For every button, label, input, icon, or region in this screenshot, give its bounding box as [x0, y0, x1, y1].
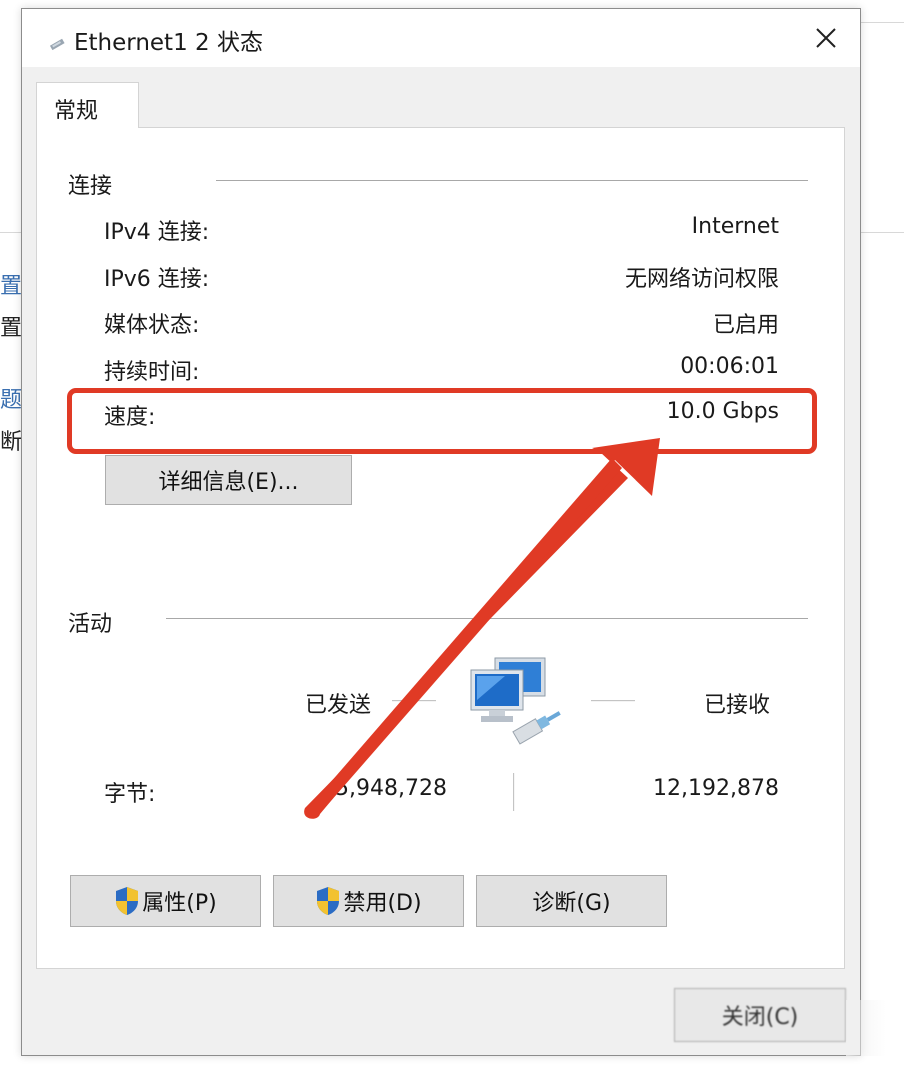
received-label: 已接收 [704, 693, 771, 718]
background-window-text: 断并 [0, 430, 22, 455]
background-window-text: 题疑 [0, 388, 22, 413]
bytes-received-value: 12,192,878 [653, 776, 779, 801]
background-window-divider-right [861, 232, 904, 233]
diagnose-button[interactable]: 诊断(G) [476, 875, 667, 927]
duration-label: 持续时间: [104, 360, 200, 385]
activity-section-rule [166, 618, 808, 619]
media-state-value: 已启用 [712, 313, 779, 338]
background-window-top-right-divider [861, 22, 904, 23]
disable-button[interactable]: 禁用(D) [273, 875, 464, 927]
blur-edge [846, 1000, 886, 1056]
background-window-text: 置宽 [0, 316, 22, 341]
window-title: Ethernet1 2 状态 [74, 30, 263, 56]
general-tab-panel [36, 127, 845, 969]
network-computers-icon [470, 657, 561, 745]
uac-shield-icon [116, 887, 139, 915]
ipv4-label: IPv4 连接: [104, 220, 210, 245]
background-window-divider [0, 232, 22, 233]
bytes-sent-value: 5,948,728 [335, 776, 447, 801]
properties-button[interactable]: 属性(P) [70, 875, 261, 927]
activity-section-title: 活动 [68, 612, 113, 637]
title-bar[interactable]: Ethernet1 2 状态 [22, 9, 860, 67]
uac-shield-icon [317, 887, 340, 915]
connection-section-rule [216, 180, 808, 181]
speed-highlight-box [67, 388, 817, 454]
tab-general[interactable]: 常规 [36, 82, 139, 128]
properties-button-label: 属性(P) [142, 891, 217, 916]
sent-label: 已发送 [305, 693, 372, 718]
close-window-button[interactable] [792, 9, 860, 67]
disable-button-label: 禁用(D) [343, 891, 422, 916]
duration-value: 00:06:01 [680, 354, 779, 379]
ipv4-value: Internet [691, 214, 779, 239]
background-window-text: 置新 [0, 274, 22, 299]
network-adapter-icon [49, 38, 65, 51]
close-icon [816, 28, 836, 48]
connection-section-title: 连接 [68, 174, 113, 199]
bytes-label: 字节: [104, 782, 156, 807]
received-line [591, 700, 635, 702]
bytes-divider [513, 773, 515, 811]
ipv6-label: IPv6 连接: [104, 267, 210, 292]
sent-line [392, 700, 436, 702]
close-button[interactable]: 关闭(C) [674, 988, 846, 1042]
media-state-label: 媒体状态: [104, 313, 200, 338]
ipv6-value: 无网络访问权限 [624, 267, 779, 292]
details-button[interactable]: 详细信息(E)... [105, 455, 352, 505]
